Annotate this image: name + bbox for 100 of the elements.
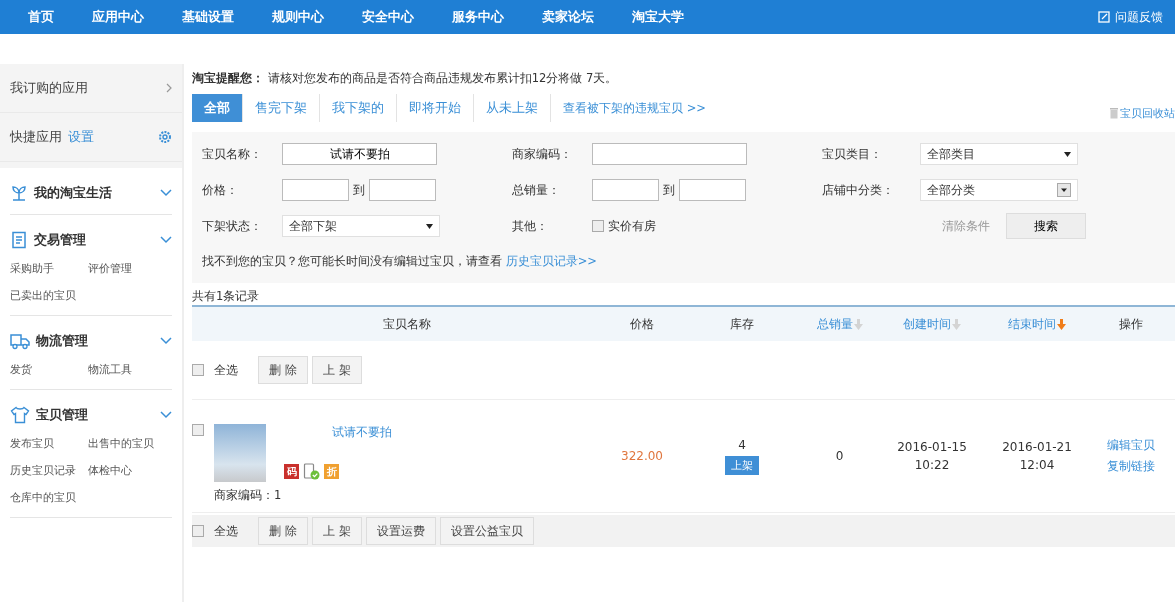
created-time-text: 10:22 [914,458,950,472]
select-all-label: 全选 [214,522,238,540]
chevron-down-icon[interactable] [160,236,172,244]
batch-action-button[interactable]: 删 除 [258,356,308,384]
violation-link[interactable]: 查看被下架的违规宝贝 >> [563,100,706,116]
trash-icon [1110,107,1118,119]
filter-label: 商家编码： [512,145,573,163]
batch-action-button[interactable]: 上 架 [311,517,362,545]
document-icon [10,231,28,249]
search-button[interactable]: 搜索 [1006,213,1086,239]
sidebar-link[interactable]: 仓库中的宝贝 [10,490,88,505]
sidebar-group-title[interactable]: 物流管理 [36,332,88,350]
sort-arrow-icon[interactable] [952,318,961,330]
end-time-text: 2016-01-21 [1002,440,1072,454]
sidebar-link[interactable]: 评价管理 [88,261,172,276]
column-header: 操作 [1119,315,1143,333]
checkbox[interactable] [192,525,204,537]
batch-action-button[interactable]: 设置运费 [365,517,436,545]
nav-link[interactable]: 首页 [24,8,58,26]
text-field[interactable]: 试请不要拍 [282,143,437,165]
checkbox[interactable] [192,364,204,376]
edit-icon [1098,11,1110,23]
sidebar-link[interactable]: 采购助手 [10,261,88,276]
nav-link[interactable]: 应用中心 [88,8,148,26]
row-action-link[interactable]: 复制链接 [1107,458,1155,475]
batch-action-button[interactable]: 上 架 [311,356,362,384]
price-cell: 322.00 [621,449,663,463]
nav-link[interactable]: 规则中心 [268,8,328,26]
filter-label: 宝贝类目： [822,145,883,163]
checkbox-label: 实价有房 [608,217,656,235]
sales-cell: 0 [835,449,844,463]
chevron-right-icon [166,83,172,93]
filter-label: 其他： [512,217,549,235]
sort-arrow-icon[interactable] [853,318,863,330]
range-to-field[interactable] [679,179,746,201]
range-separator: 到 [353,181,365,199]
sidebar-group-title[interactable]: 宝贝管理 [36,406,88,424]
dropdown[interactable]: 全部分类 [920,179,1078,201]
dropdown[interactable]: 全部下架 [282,215,440,237]
filter-label: 价格： [202,181,239,199]
filter-label: 宝贝名称： [202,145,263,163]
stock-cell: 4 [738,437,746,452]
dropdown[interactable]: 全部类目 [920,143,1078,165]
sidebar-group-title[interactable]: 我的淘宝生活 [34,184,112,202]
batch-action-button[interactable]: 删 除 [258,517,308,545]
batch-action-button[interactable]: 设置公益宝贝 [439,517,534,545]
nav-link[interactable]: 安全中心 [358,8,418,26]
plant-icon [10,184,28,202]
text-field[interactable] [592,143,747,165]
sidebar-link[interactable]: 物流工具 [88,362,172,377]
settings-icon[interactable] [158,130,172,144]
sidebar-link[interactable]: 发货 [10,362,88,377]
sidebar-link[interactable]: 出售中的宝贝 [88,436,172,451]
filter-tab[interactable]: 从未上架 [474,94,551,122]
hint-text: 找不到您的宝贝？您可能长时间没有编辑过宝贝，请查看 [202,254,502,268]
shirt-icon [10,406,30,424]
nav-link[interactable]: 淘宝大学 [628,8,688,26]
column-header: 价格 [630,315,654,333]
dropdown-arrow-icon [426,223,433,229]
nav-link[interactable]: 卖家论坛 [538,8,598,26]
chevron-down-icon[interactable] [160,411,172,419]
filter-label: 总销量： [512,181,561,199]
sidebar-link[interactable]: 体检中心 [88,463,172,478]
range-from-field[interactable] [592,179,659,201]
filter-tab[interactable]: 售完下架 [243,94,320,122]
select-all-label: 全选 [214,361,238,379]
chevron-down-icon[interactable] [160,189,172,197]
code-badge: 码 [284,464,299,479]
record-count: 共有1条记录 [192,289,261,305]
truck-icon [10,332,30,350]
checkbox[interactable] [592,220,604,232]
filter-tab[interactable]: 即将开始 [397,94,474,122]
range-to-field[interactable] [369,179,436,201]
merchant-code: 商家编码：1 [214,488,283,503]
quick-apps-label: 快捷应用 [10,128,62,146]
column-header: 宝贝名称 [383,315,431,333]
nav-link[interactable]: 服务中心 [448,8,508,26]
filter-tab[interactable]: 我下架的 [320,94,397,122]
subscribed-apps-item[interactable]: 我订购的应用 [0,64,182,113]
range-separator: 到 [663,181,675,199]
product-title-link[interactable]: 试请不要拍 [332,424,392,441]
checkbox[interactable] [192,424,204,436]
feedback-link[interactable]: 问题反馈 [1098,8,1163,26]
end-time-text: 12:04 [1019,458,1055,472]
recycle-bin-link[interactable]: 宝贝回收站 [1110,105,1175,121]
sidebar-link[interactable]: 历史宝贝记录 [10,463,88,478]
nav-link[interactable]: 基础设置 [178,8,238,26]
column-header: 库存 [730,315,754,333]
notice-text: 淘宝提醒您： 请核对您发布的商品是否符合商品违规发布累计扣12分将做 7天。 [192,71,619,86]
discount-badge: 折 [324,464,339,479]
filter-label: 下架状态： [202,217,263,235]
row-action-link[interactable]: 编辑宝贝 [1107,437,1155,454]
sort-arrow-icon[interactable] [1057,318,1066,330]
sidebar-group-title[interactable]: 交易管理 [34,231,86,249]
chevron-down-icon[interactable] [160,337,172,345]
dropdown-arrow-icon [1064,151,1071,157]
range-from-field[interactable] [282,179,349,201]
filter-label: 店铺中分类： [822,181,895,199]
sidebar-link[interactable]: 发布宝贝 [10,436,88,451]
sidebar-link[interactable]: 已卖出的宝贝 [10,288,88,303]
